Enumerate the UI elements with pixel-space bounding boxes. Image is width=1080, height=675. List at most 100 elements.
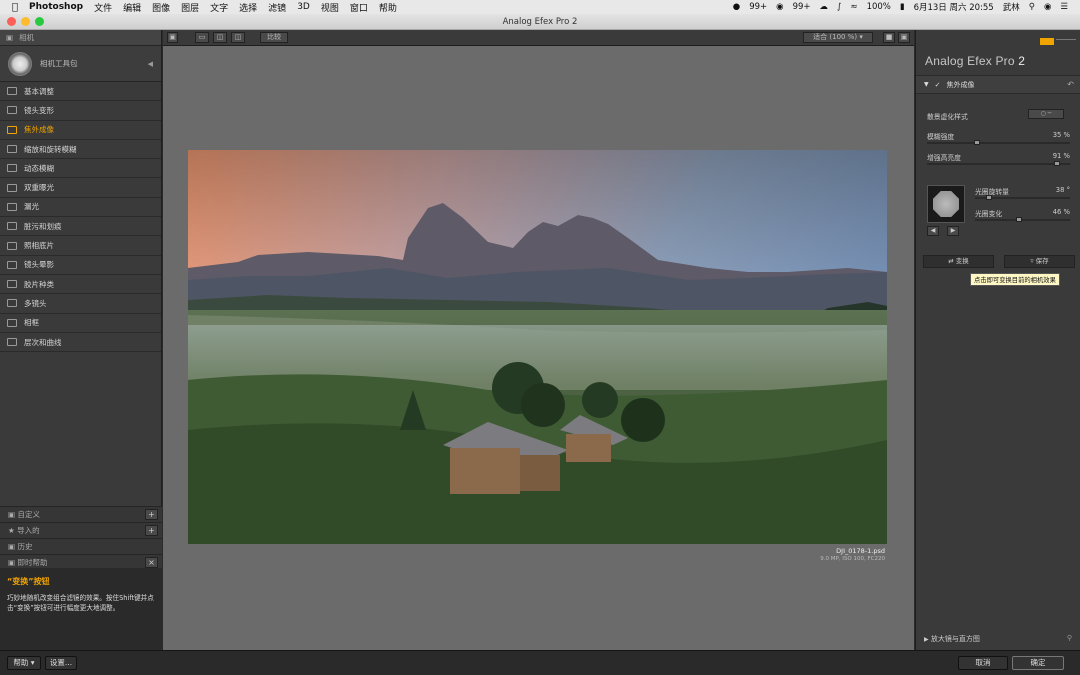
filter-item[interactable]: 胶片种类 bbox=[0, 274, 161, 295]
background-toggle-button[interactable]: ■ bbox=[883, 32, 895, 43]
pin-icon[interactable]: ⚲ bbox=[1067, 634, 1072, 642]
filter-item[interactable]: 层次和曲线 bbox=[0, 332, 161, 353]
close-window-button[interactable] bbox=[7, 17, 16, 26]
zoom-select[interactable]: 适合 (100 %) ▾ bbox=[803, 32, 873, 43]
settings-button[interactable]: 设置... bbox=[45, 656, 77, 670]
menu-type[interactable]: 文字 bbox=[210, 1, 228, 14]
battery-icon[interactable]: ▮ bbox=[900, 2, 905, 12]
highlight-boost-value: 91 % bbox=[1052, 152, 1070, 160]
filter-item[interactable]: 照相底片 bbox=[0, 236, 161, 256]
split-view-button[interactable]: ◫ bbox=[213, 32, 227, 43]
siri-icon[interactable]: ◉ bbox=[1044, 2, 1051, 12]
wechat-icon[interactable]: ◉ bbox=[776, 2, 783, 12]
wifi-icon[interactable]: ≈ bbox=[850, 2, 857, 12]
help-button[interactable]: 帮助 ▾ bbox=[7, 656, 41, 670]
highlight-boost-slider[interactable] bbox=[927, 161, 1070, 166]
menu-image[interactable]: 图像 bbox=[152, 1, 170, 14]
filter-item[interactable]: 漏光 bbox=[0, 197, 161, 218]
filter-label: 脏污和划痕 bbox=[24, 221, 62, 231]
menu-file[interactable]: 文件 bbox=[94, 1, 112, 14]
bokeh-style-selector[interactable]: ○ ─ bbox=[1028, 109, 1064, 119]
help-icon: ▣ bbox=[8, 558, 16, 567]
prev-arrow-icon[interactable]: ◀ bbox=[927, 226, 939, 236]
filter-icon bbox=[7, 222, 17, 231]
undo-icon[interactable]: ↶ bbox=[1067, 80, 1074, 89]
notification-icon[interactable]: ☰ bbox=[1060, 2, 1068, 12]
qq-count: 99+ bbox=[749, 2, 768, 12]
layout-toggle-icon[interactable]: ▣ bbox=[167, 32, 178, 43]
panel-toggle-button[interactable]: ▣ bbox=[898, 32, 910, 43]
filter-item[interactable]: 脏污和划痕 bbox=[0, 217, 161, 237]
cancel-button[interactable]: 取消 bbox=[958, 656, 1008, 670]
datetime[interactable]: 6月13日 周六 20:55 bbox=[914, 1, 994, 13]
menu-select[interactable]: 选择 bbox=[239, 1, 257, 14]
app-menu[interactable]: Photoshop bbox=[29, 2, 83, 12]
menu-filter[interactable]: 滤镜 bbox=[268, 1, 286, 14]
highlight-boost-knob[interactable] bbox=[1054, 161, 1061, 166]
loupe-histogram-section[interactable]: ▶ 放大镜与直方图 ⚲ bbox=[916, 634, 1080, 644]
zoom-value: 适合 (100 %) bbox=[813, 33, 858, 41]
filter-item[interactable]: 焦外成像 bbox=[0, 120, 161, 140]
menu-layer[interactable]: 图层 bbox=[181, 1, 199, 14]
history-section[interactable]: ▣ 历史 bbox=[0, 538, 162, 554]
filter-label: 双重曝光 bbox=[24, 183, 54, 193]
search-icon[interactable]: ⚲ bbox=[1029, 2, 1035, 12]
bokeh-section-header[interactable]: ▼ ✓ 焦外成像 ↶ bbox=[916, 76, 1080, 94]
add-imported-button[interactable]: + bbox=[145, 525, 158, 536]
loupe-label: 放大镜与直方图 bbox=[930, 635, 980, 643]
qq-icon[interactable]: ● bbox=[733, 2, 740, 12]
cloud-icon[interactable]: ☁ bbox=[820, 2, 829, 12]
menu-3d[interactable]: 3D bbox=[297, 2, 310, 12]
menu-edit[interactable]: 编辑 bbox=[123, 1, 141, 14]
side-by-side-button[interactable]: ◫ bbox=[231, 32, 245, 43]
aperture-rotation-knob[interactable] bbox=[986, 195, 993, 200]
filter-icon bbox=[7, 299, 17, 308]
camera-header[interactable]: ▣ 相机 bbox=[0, 30, 161, 46]
filter-item[interactable]: 双重曝光 bbox=[0, 178, 161, 198]
custom-section[interactable]: ▣ 自定义 + bbox=[0, 506, 162, 522]
aperture-variation-knob[interactable] bbox=[1015, 217, 1022, 222]
filter-item[interactable]: 基本调整 bbox=[0, 82, 161, 102]
filter-item[interactable]: 多镜头 bbox=[0, 294, 161, 314]
aperture-rotation-slider[interactable] bbox=[975, 195, 1070, 200]
ok-button[interactable]: 确定 bbox=[1012, 656, 1064, 670]
aperture-preview[interactable] bbox=[927, 185, 965, 223]
compare-button[interactable]: 比较 bbox=[260, 32, 288, 43]
close-help-button[interactable]: × bbox=[145, 557, 158, 568]
camera-toolbox[interactable]: 相机工具包 ◀ bbox=[0, 46, 161, 82]
menu-view[interactable]: 视图 bbox=[321, 1, 339, 14]
save-preset-button[interactable]: ▿ 保存 bbox=[1004, 255, 1075, 268]
nik-logo-text bbox=[1056, 39, 1076, 43]
preview-image[interactable] bbox=[188, 150, 887, 544]
shuffle-button[interactable]: ⇄ 变换 bbox=[923, 255, 994, 268]
apple-icon[interactable]:  bbox=[12, 2, 18, 13]
user-name[interactable]: 武林 bbox=[1003, 1, 1020, 13]
zoom-window-button[interactable] bbox=[35, 17, 44, 26]
menu-help[interactable]: 帮助 bbox=[379, 1, 397, 14]
collapse-arrow-icon[interactable]: ◀ bbox=[148, 60, 153, 68]
camera-icon: ▣ bbox=[6, 32, 14, 42]
imported-label: 导入的 bbox=[17, 526, 40, 535]
minimize-window-button[interactable] bbox=[21, 17, 30, 26]
filter-item[interactable]: 镜头变形 bbox=[0, 101, 161, 121]
blur-strength-slider[interactable] bbox=[927, 140, 1070, 145]
imported-section[interactable]: ★ 导入的 + bbox=[0, 522, 162, 538]
history-label: 历史 bbox=[17, 542, 33, 551]
expand-arrow-icon[interactable]: ▼ bbox=[924, 81, 929, 88]
single-view-button[interactable]: ▭ bbox=[195, 32, 209, 43]
add-custom-button[interactable]: + bbox=[145, 509, 158, 520]
filter-item[interactable]: 缩放和旋转模糊 bbox=[0, 139, 161, 160]
filter-label: 焦外成像 bbox=[24, 125, 54, 135]
next-arrow-icon[interactable]: ▶ bbox=[947, 226, 959, 236]
window-titlebar: Analog Efex Pro 2 bbox=[0, 14, 1080, 30]
filter-item[interactable]: 镜头晕影 bbox=[0, 255, 161, 275]
filter-item[interactable]: 相框 bbox=[0, 313, 161, 333]
help-button-label: 帮助 bbox=[13, 658, 29, 667]
aperture-variation-slider[interactable] bbox=[975, 217, 1070, 222]
enable-check-icon[interactable]: ✓ bbox=[935, 81, 941, 89]
bluetooth-icon[interactable]: ∫ bbox=[837, 2, 841, 12]
menu-window[interactable]: 窗口 bbox=[350, 1, 368, 14]
filter-item[interactable]: 动态模糊 bbox=[0, 159, 161, 179]
window-title: Analog Efex Pro 2 bbox=[502, 17, 578, 27]
blur-strength-knob[interactable] bbox=[974, 140, 981, 145]
